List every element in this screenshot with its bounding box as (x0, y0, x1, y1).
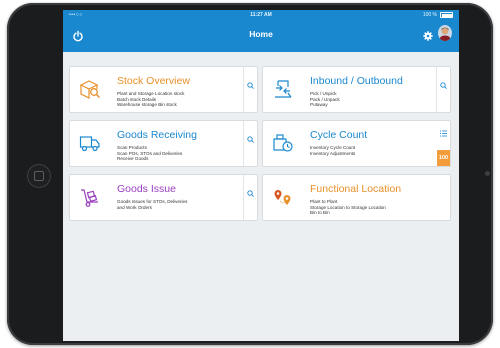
cycle-count-icon (273, 134, 293, 152)
search-button[interactable] (243, 67, 257, 112)
battery-percent: 100 % (422, 12, 437, 18)
tile-stock-overview[interactable]: Stock Overview Plant and Storage Locatio… (69, 66, 258, 113)
tablet-frame: •••○○ 11:27 AM 100 % Home Stock Overview… (7, 3, 493, 345)
tile-functional-location[interactable]: Functional Location Plant to Plant Stora… (262, 174, 451, 221)
tile-inbound-outbound[interactable]: Inbound / Outbound Pick / Unpick Pack / … (262, 66, 451, 113)
gear-icon[interactable] (423, 31, 433, 41)
search-icon (247, 82, 254, 89)
inbound-outbound-icon (275, 80, 292, 98)
tile-line: Pick / Unpick (310, 91, 337, 96)
tile-description: Goods Issues for STOs, Deliveries and Wo… (117, 199, 187, 210)
search-button[interactable] (243, 121, 257, 166)
app-screen: •••○○ 11:27 AM 100 % Home Stock Overview… (63, 10, 459, 341)
count-badge: 100 (437, 150, 450, 166)
tile-cycle-count[interactable]: Cycle Count Inventory Cycle Count Invent… (262, 120, 451, 167)
tile-line: Bin to Bin (310, 210, 330, 216)
status-time: 11:27 AM (250, 12, 272, 18)
tile-line: Goods Issues for STOs, Deliveries (117, 199, 188, 204)
search-icon (247, 190, 254, 197)
tile-title: Stock Overview (117, 75, 190, 87)
box-search-icon (79, 80, 101, 99)
tile-goods-issue[interactable]: Goods Issue Goods Issues for STOs, Deliv… (69, 174, 258, 221)
tile-description: Inventory Cycle Count Inventory Adjustme… (310, 145, 355, 156)
tile-description: Plant and Storage Location stock Batch s… (117, 91, 184, 108)
page-title: Home (249, 29, 273, 39)
tile-line: and Work Orders (117, 204, 152, 210)
hand-truck-icon (81, 189, 98, 207)
tile-title: Goods Issue (117, 183, 176, 195)
tile-title: Cycle Count (310, 129, 368, 141)
tile-title: Functional Location (310, 183, 402, 195)
search-button[interactable] (436, 67, 450, 112)
tile-title: Inbound / Outbound (310, 75, 403, 87)
tile-goods-receiving[interactable]: Goods Receiving Scan Products Scan POs, … (69, 120, 258, 167)
tile-title: Goods Receiving (117, 129, 197, 141)
delivery-truck-icon (79, 136, 100, 152)
app-header: •••○○ 11:27 AM 100 % Home (63, 10, 459, 52)
list-icon (440, 130, 447, 137)
tile-line: Plant and Storage Location stock (117, 91, 185, 96)
search-icon (247, 136, 254, 143)
tile-line: Inventory Adjustments (310, 150, 356, 156)
tile-line: Putaway (310, 102, 328, 108)
battery-status: 100 % (423, 12, 453, 18)
tile-description: Pick / Unpick Pack / Unpack Putaway (310, 91, 340, 108)
battery-icon (440, 12, 453, 18)
tile-line: Inventory Cycle Count (310, 145, 356, 150)
tile-line: Warehouse storage Bin stock (117, 102, 177, 108)
home-hardware-button[interactable] (27, 164, 51, 188)
tile-description: Scan Products Scan POs, STOs and Deliver… (117, 145, 182, 162)
tile-line: Receive Goods (117, 156, 149, 162)
tile-description: Plant to Plant Storage Location to Stora… (310, 199, 386, 216)
search-button[interactable] (243, 175, 257, 220)
status-bar: •••○○ 11:27 AM 100 % (63, 11, 459, 21)
camera (485, 171, 490, 176)
location-pins-icon (274, 190, 291, 205)
user-avatar[interactable] (438, 25, 452, 41)
search-icon (440, 82, 447, 89)
